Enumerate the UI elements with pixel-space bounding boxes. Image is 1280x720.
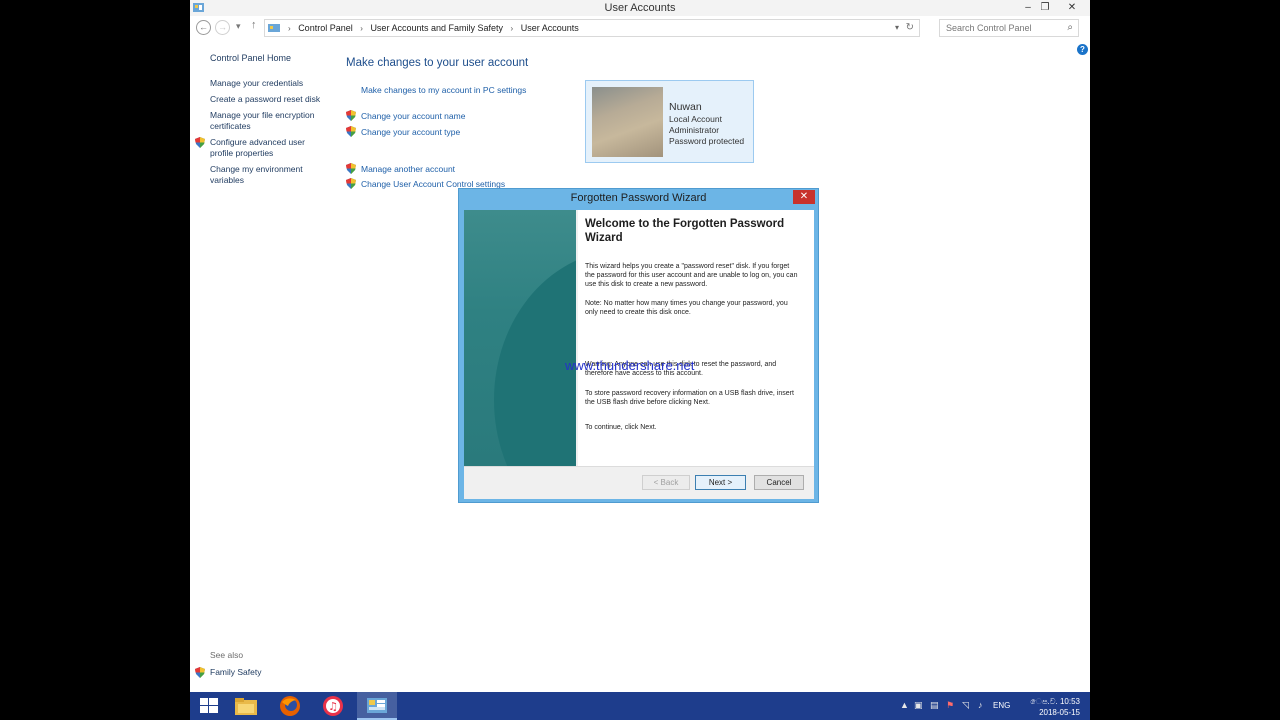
- control-panel-home-link[interactable]: Control Panel Home: [210, 53, 322, 64]
- account-kind: Local Account: [669, 114, 722, 124]
- address-bar[interactable]: › Control Panel › User Accounts and Fami…: [264, 19, 920, 37]
- search-placeholder: Search Control Panel: [946, 23, 1032, 33]
- watermark-text: www.thundershare.net: [565, 358, 695, 373]
- configure-user-profile-link[interactable]: Configure advanced user profile properti…: [210, 137, 322, 158]
- avatar[interactable]: [592, 87, 663, 157]
- wizard-banner-image: [464, 210, 576, 466]
- folder-icon: [235, 698, 257, 715]
- environment-variables-link[interactable]: Change my environment variables: [210, 164, 322, 185]
- breadcrumb-user-accounts[interactable]: User Accounts: [521, 23, 579, 33]
- manage-another-account-link[interactable]: Manage another account: [361, 164, 455, 174]
- dialog-divider: [464, 466, 814, 467]
- back-button[interactable]: < Back: [642, 475, 690, 490]
- change-account-name-link[interactable]: Change your account name: [361, 111, 465, 121]
- user-account-card[interactable]: Nuwan Local Account Administrator Passwo…: [585, 80, 754, 163]
- wizard-note-text: Note: No matter how many times you chang…: [585, 300, 788, 316]
- breadcrumb-separator-icon: ›: [288, 24, 291, 33]
- breadcrumb-control-panel[interactable]: Control Panel: [298, 23, 353, 33]
- uac-shield-icon: [346, 126, 356, 137]
- manage-credentials-link[interactable]: Manage your credentials: [210, 78, 322, 89]
- cancel-button[interactable]: Cancel: [754, 475, 804, 490]
- wizard-content-pane: Welcome to the Forgotten Password Wizard…: [578, 210, 814, 466]
- wizard-heading: Welcome to the Forgotten Password Wizard: [585, 218, 785, 244]
- firefox-taskbar-button[interactable]: [270, 692, 310, 720]
- action-center-flag-icon[interactable]: ⚑: [946, 700, 954, 711]
- forgotten-password-wizard-dialog: Forgotten Password Wizard ✕ Welcome to t…: [458, 188, 819, 503]
- control-panel-icon: [268, 24, 280, 32]
- firefox-icon: [280, 696, 300, 716]
- control-panel-icon: [367, 698, 387, 713]
- breadcrumb-separator-icon[interactable]: ›: [511, 24, 514, 33]
- family-safety-icon: [195, 667, 205, 678]
- start-button[interactable]: [190, 692, 230, 720]
- search-icon[interactable]: ⌕: [1067, 22, 1073, 33]
- address-row: ← → ▾ ↑ › Control Panel › User Accounts …: [190, 17, 1090, 40]
- user-name: Nuwan: [669, 101, 702, 113]
- network-icon[interactable]: ▤: [930, 700, 939, 711]
- system-tray: ▲ ▣ ▤ ⚑ ◹ ♪ ENG ෙප.ව. 10:53 2018-05-15: [890, 692, 1090, 720]
- password-status: Password protected: [669, 136, 745, 146]
- forward-arrow-icon[interactable]: →: [215, 20, 230, 35]
- help-icon[interactable]: ?: [1077, 44, 1088, 55]
- input-language-indicator[interactable]: ENG: [993, 701, 1010, 710]
- device-icon[interactable]: ▣: [914, 700, 923, 711]
- itunes-taskbar-button[interactable]: ♫: [313, 692, 353, 720]
- recent-locations-chevron-icon[interactable]: ▾: [236, 21, 241, 32]
- refresh-icon[interactable]: ↻: [906, 22, 914, 33]
- title-bar: User Accounts – ❐ ✕: [190, 0, 1090, 16]
- control-panel-taskbar-button[interactable]: [357, 692, 397, 720]
- clock[interactable]: ෙප.ව. 10:53 2018-05-15: [1020, 696, 1080, 718]
- breadcrumb: › Control Panel › User Accounts and Fami…: [283, 23, 579, 33]
- dialog-client-area: Welcome to the Forgotten Password Wizard…: [464, 210, 814, 499]
- pc-settings-link[interactable]: Make changes to my account in PC setting…: [361, 85, 526, 95]
- itunes-icon: ♫: [323, 696, 343, 716]
- next-button[interactable]: Next >: [695, 475, 746, 490]
- uac-shield-icon: [346, 178, 356, 189]
- address-dropdown-chevron-icon[interactable]: ▾: [895, 23, 899, 32]
- user-accounts-window: User Accounts – ❐ ✕ ← → ▾ ↑ › Control Pa…: [190, 0, 1090, 720]
- wifi-icon[interactable]: ◹: [962, 700, 969, 711]
- breadcrumb-user-accounts-family-safety[interactable]: User Accounts and Family Safety: [370, 23, 503, 33]
- uac-shield-icon: [195, 137, 205, 148]
- create-password-reset-disk-link[interactable]: Create a password reset disk: [210, 94, 322, 105]
- family-safety-link[interactable]: Family Safety: [210, 667, 262, 677]
- uac-shield-icon: [346, 110, 356, 121]
- restore-button[interactable]: ❐: [1034, 0, 1056, 16]
- file-explorer-taskbar-button[interactable]: [226, 692, 266, 720]
- see-also-heading: See also: [210, 650, 244, 660]
- page-title: Make changes to your user account: [346, 57, 529, 69]
- taskbar: ♫ ▲ ▣ ▤ ⚑ ◹ ♪ ENG ෙප.ව. 10:53 2018-05-15: [190, 692, 1090, 720]
- wizard-continue-text: To continue, click Next.: [585, 424, 657, 431]
- svg-text:♫: ♫: [328, 700, 338, 713]
- clock-date: 2018-05-15: [1039, 708, 1080, 717]
- banner-wave-shape: [494, 250, 576, 466]
- windows-logo-icon: [200, 698, 218, 713]
- window-title: User Accounts: [604, 2, 676, 14]
- clock-time: ෙප.ව. 10:53: [1030, 697, 1080, 706]
- manage-file-encryption-link[interactable]: Manage your file encryption certificates: [210, 110, 322, 131]
- breadcrumb-separator-icon[interactable]: ›: [360, 24, 363, 33]
- account-role: Administrator: [669, 125, 720, 135]
- back-arrow-icon[interactable]: ←: [196, 20, 211, 35]
- wizard-usb-text: To store password recovery information o…: [585, 390, 794, 406]
- search-input[interactable]: Search Control Panel ⌕: [939, 19, 1079, 37]
- show-hidden-icons-chevron-icon[interactable]: ▲: [900, 700, 909, 710]
- close-button[interactable]: ✕: [1057, 0, 1087, 16]
- change-account-type-link[interactable]: Change your account type: [361, 127, 460, 137]
- up-arrow-icon[interactable]: ↑: [251, 19, 257, 31]
- uac-shield-icon: [346, 163, 356, 174]
- volume-icon[interactable]: ♪: [978, 700, 983, 710]
- dialog-close-button[interactable]: ✕: [793, 190, 815, 204]
- wizard-intro-text: This wizard helps you create a "password…: [585, 263, 798, 288]
- dialog-title: Forgotten Password Wizard: [570, 192, 707, 204]
